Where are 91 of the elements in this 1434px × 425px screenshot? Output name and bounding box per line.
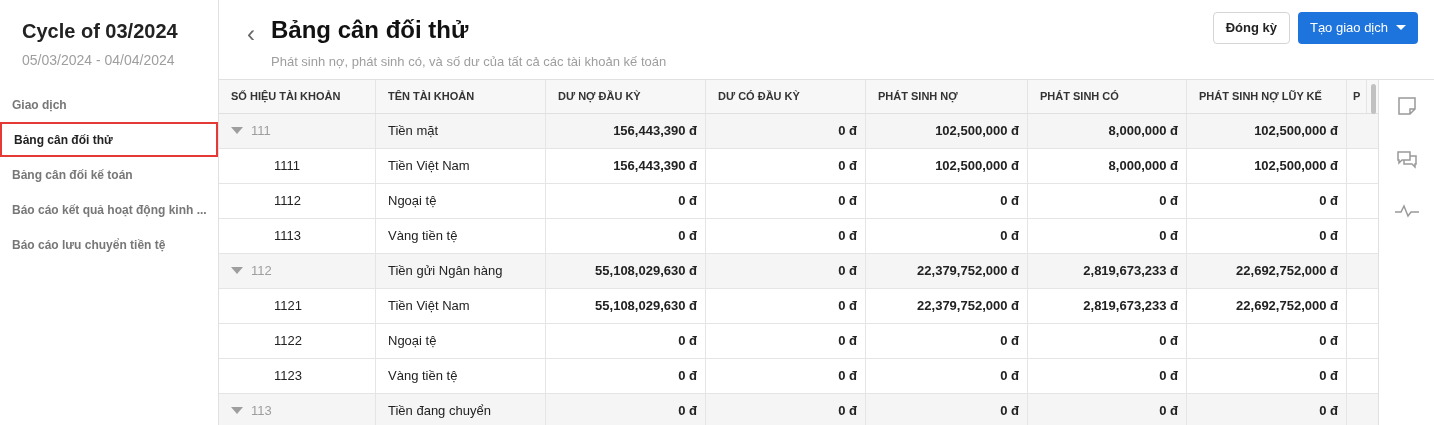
account-code: 1121 (274, 297, 302, 316)
account-name: Tiền gửi Ngân hàng (388, 262, 503, 281)
page-subtitle: Phát sinh nợ, phát sinh có, và số dư của tất cả các tài khoản kế toán (271, 53, 667, 71)
sidebar-item[interactable]: Giao dịch (0, 87, 218, 122)
sidebar-item[interactable]: Bảng cân đối thử (0, 122, 218, 157)
column-header: SỐ HIỆU TÀI KHOẢN (231, 89, 341, 105)
close-period-button[interactable]: Đóng kỳ (1212, 12, 1290, 44)
amount: 0 đ (678, 367, 697, 386)
cycle-dates: 05/03/2024 - 04/04/2024 (21, 51, 176, 70)
sidebar-item[interactable]: Báo cáo kết quả hoạt động kinh ... (0, 192, 218, 227)
amount: 102,500,000 đ (1254, 122, 1338, 141)
amount: 0 đ (838, 192, 857, 211)
page-title: Bảng cân đối thử (271, 15, 470, 45)
amount: 55,108,029,630 đ (595, 262, 697, 281)
back-button[interactable]: ‹ (247, 16, 255, 52)
amount: 0 đ (1000, 192, 1019, 211)
column-header: DƯ CÓ ĐẦU KỲ (718, 89, 800, 105)
column-header: P (1353, 89, 1361, 105)
account-name: Ngoại tệ (388, 192, 437, 211)
amount: 0 đ (1000, 402, 1019, 421)
column-header: PHÁT SINH NỢ LŨY KẾ (1199, 89, 1322, 105)
account-name: Tiền đang chuyển (388, 402, 491, 421)
amount: 0 đ (678, 192, 697, 211)
caret-icon[interactable] (231, 127, 243, 135)
account-code: 1122 (274, 332, 302, 351)
amount: 0 đ (838, 367, 857, 386)
account-name: Vàng tiền tệ (388, 367, 458, 386)
amount: 156,443,390 đ (613, 157, 697, 176)
amount: 0 đ (1159, 192, 1178, 211)
amount: 0 đ (1159, 332, 1178, 351)
account-name: Vàng tiền tệ (388, 227, 458, 246)
column-header: PHÁT SINH NỢ (878, 89, 958, 105)
amount: 22,692,752,000 đ (1236, 297, 1338, 316)
amount: 0 đ (678, 332, 697, 351)
amount: 22,379,752,000 đ (917, 297, 1019, 316)
account-name: Tiền Việt Nam (388, 297, 470, 316)
note-icon[interactable] (1396, 96, 1417, 116)
account-code: 1123 (274, 367, 302, 386)
amount: 8,000,000 đ (1108, 122, 1178, 141)
amount: 102,500,000 đ (935, 122, 1019, 141)
sidebar-item[interactable]: Bảng cân đối kế toán (0, 157, 218, 192)
scrollbar-thumb[interactable] (1371, 84, 1376, 114)
amount: 0 đ (838, 122, 857, 141)
amount: 0 đ (1000, 227, 1019, 246)
account-name: Tiền mặt (388, 122, 439, 141)
column-header: DƯ NỢ ĐẦU KỲ (558, 89, 641, 105)
amount: 0 đ (838, 297, 857, 316)
caret-icon[interactable] (231, 267, 243, 275)
amount: 102,500,000 đ (1254, 157, 1338, 176)
amount: 0 đ (838, 402, 857, 421)
cycle-title: Cycle of 03/2024 (21, 19, 179, 44)
amount: 0 đ (838, 262, 857, 281)
account-name: Ngoại tệ (388, 332, 437, 351)
account-name: Tiền Việt Nam (388, 157, 470, 176)
amount: 0 đ (1319, 332, 1338, 351)
amount: 0 đ (1159, 367, 1178, 386)
account-code: 1113 (274, 227, 301, 246)
amount: 0 đ (1319, 402, 1338, 421)
amount: 0 đ (838, 332, 857, 351)
amount: 0 đ (1319, 192, 1338, 211)
account-code: 1111 (274, 157, 301, 176)
amount: 2,819,673,233 đ (1083, 262, 1178, 281)
account-code: 113 (251, 402, 272, 421)
amount: 0 đ (1159, 402, 1178, 421)
amount: 22,692,752,000 đ (1236, 262, 1338, 281)
amount: 0 đ (1000, 332, 1019, 351)
caret-icon[interactable] (231, 407, 243, 415)
amount: 0 đ (1159, 227, 1178, 246)
sidebar-item[interactable]: Báo cáo lưu chuyển tiền tệ (0, 227, 218, 262)
amount: 0 đ (838, 227, 857, 246)
amount: 102,500,000 đ (935, 157, 1019, 176)
amount: 0 đ (678, 227, 697, 246)
column-header: PHÁT SINH CÓ (1040, 89, 1119, 105)
amount: 22,379,752,000 đ (917, 262, 1019, 281)
amount: 55,108,029,630 đ (595, 297, 697, 316)
account-code: 112 (251, 262, 272, 281)
chat-icon[interactable] (1395, 150, 1418, 170)
create-transaction-button[interactable]: Tạo giao dịch (1297, 12, 1418, 44)
caret-icon (1396, 25, 1406, 31)
amount: 2,819,673,233 đ (1083, 297, 1178, 316)
column-header: TÊN TÀI KHOẢN (388, 89, 475, 105)
amount: 156,443,390 đ (613, 122, 697, 141)
amount: 0 đ (1319, 367, 1338, 386)
amount: 8,000,000 đ (1108, 157, 1178, 176)
amount: 0 đ (1000, 367, 1019, 386)
account-code: 111 (251, 122, 271, 141)
amount: 0 đ (1319, 227, 1338, 246)
amount: 0 đ (678, 402, 697, 421)
amount: 0 đ (838, 157, 857, 176)
activity-icon[interactable] (1394, 204, 1419, 218)
account-code: 1112 (274, 192, 301, 211)
